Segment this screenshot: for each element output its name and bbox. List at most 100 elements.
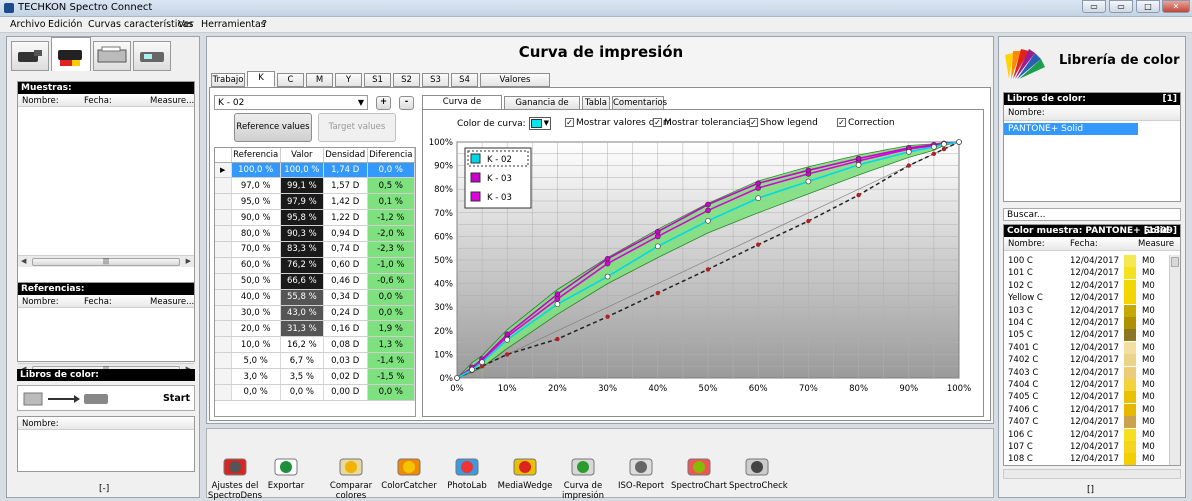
ref-cell[interactable]: 97,0 % (231, 177, 281, 195)
diferencia-cell[interactable]: -2,3 % (367, 241, 415, 258)
tab-c[interactable]: C (277, 73, 304, 87)
densidad-cell[interactable]: 0,08 D (323, 336, 368, 354)
list-item[interactable]: 7407 C 12/04/2017 M0 (1004, 416, 1180, 429)
list-item[interactable]: 103 C 12/04/2017 M0 (1004, 304, 1180, 317)
list-item[interactable]: 108 C 12/04/2017 M0 (1004, 453, 1180, 465)
table-row[interactable]: 30,0 % 43,0 % 0,24 D 0,0 % (215, 305, 415, 322)
diferencia-cell[interactable]: 0,0 % (367, 289, 415, 306)
col-fecha[interactable]: Fecha: (84, 96, 112, 106)
densidad-cell[interactable]: 1,42 D (323, 193, 368, 211)
densidad-cell[interactable]: 0,03 D (323, 352, 368, 370)
col-valor[interactable]: Valor (280, 148, 324, 163)
ref-cell[interactable]: 30,0 % (231, 305, 281, 322)
search-input[interactable]: Buscar... (1003, 208, 1181, 221)
valor-cell[interactable]: 16,2 % (280, 336, 324, 354)
photolab-button[interactable]: PhotoLab (439, 455, 495, 491)
densidad-cell[interactable]: 0,16 D (323, 320, 368, 338)
curve-color-picker[interactable]: ▼ (529, 117, 551, 130)
diferencia-cell[interactable]: -0,6 % (367, 273, 415, 290)
list-item[interactable]: 7403 C 12/04/2017 M0 (1004, 366, 1180, 379)
table-row[interactable]: 50,0 % 66,6 % 0,46 D -0,6 % (215, 273, 415, 290)
color-sample-hscroll[interactable] (1003, 469, 1181, 479)
valor-cell[interactable]: 95,8 % (280, 209, 324, 227)
diferencia-cell[interactable]: 0,0 % (367, 162, 415, 179)
menu-ver[interactable]: Ver (178, 19, 194, 30)
col-densidad[interactable]: Densidad (323, 148, 368, 163)
ref-cell[interactable]: 95,0 % (231, 193, 281, 211)
diferencia-cell[interactable]: -1,2 % (367, 209, 415, 227)
list-item[interactable]: 7404 C 12/04/2017 M0 (1004, 379, 1180, 391)
restore-button[interactable]: ▭ (1109, 0, 1133, 13)
ref-cell[interactable]: 0,0 % (231, 384, 281, 401)
densidad-cell[interactable]: 1,57 D (323, 177, 368, 195)
device-tab-3[interactable] (93, 41, 131, 71)
valor-cell[interactable]: 99,1 % (280, 177, 324, 195)
color-sample-vscroll[interactable] (1169, 255, 1180, 465)
ref-cell[interactable]: 90,0 % (231, 209, 281, 227)
list-item[interactable]: 107 C 12/04/2017 M0 (1004, 441, 1180, 453)
reference-values-button[interactable]: Reference values (234, 113, 312, 142)
col-nombre[interactable]: Nombre: (1008, 108, 1045, 118)
table-row[interactable]: 95,0 % 97,9 % 1,42 D 0,1 % (215, 193, 415, 211)
print-curve-button[interactable]: Curva de impresión (555, 455, 611, 501)
list-item[interactable]: 104 C 12/04/2017 M0 (1004, 317, 1180, 329)
list-item[interactable]: 106 C 12/04/2017 M0 (1004, 428, 1180, 441)
diferencia-cell[interactable]: 1,3 % (367, 336, 415, 354)
tab-valores-promedio[interactable]: Valores promedio (480, 73, 550, 97)
ref-cell[interactable]: 50,0 % (231, 273, 281, 290)
compare-colors-button[interactable]: Comparar colores (323, 455, 379, 501)
col-nombre[interactable]: Nombre: (22, 96, 59, 106)
valor-cell[interactable]: 6,7 % (280, 352, 324, 370)
menu-herramientas[interactable]: Herramientas (201, 19, 266, 30)
table-row[interactable]: 5,0 % 6,7 % 0,03 D -1,4 % (215, 352, 415, 370)
diferencia-cell[interactable]: -1,5 % (367, 368, 415, 385)
col-diferencia[interactable]: Diferencia (367, 148, 415, 163)
col-referencia[interactable]: Referencia (231, 148, 281, 163)
menu-archivo[interactable]: Archivo (10, 19, 46, 30)
valor-cell[interactable]: 55,8 % (280, 289, 324, 306)
scroll-left-icon[interactable]: ◀ (21, 257, 26, 265)
list-item[interactable]: 7405 C 12/04/2017 M0 (1004, 391, 1180, 404)
list-item[interactable]: 100 C 12/04/2017 M0 (1004, 255, 1180, 267)
table-row[interactable]: 3,0 % 3,5 % 0,02 D -1,5 % (215, 368, 415, 385)
colorcatcher-button[interactable]: ColorCatcher (381, 455, 437, 491)
list-item[interactable]: 7401 C 12/04/2017 M0 (1004, 341, 1180, 354)
table-row[interactable]: 10,0 % 16,2 % 0,08 D 1,3 % (215, 336, 415, 354)
diferencia-cell[interactable]: 0,0 % (367, 384, 415, 401)
device-tab-1[interactable] (11, 41, 49, 71)
add-curve-button[interactable]: + (376, 96, 391, 110)
scroll-thumb[interactable]: ||| (32, 258, 180, 266)
ref-cell[interactable]: 40,0 % (231, 289, 281, 306)
table-row[interactable]: 80,0 % 90,3 % 0,94 D -2,0 % (215, 225, 415, 242)
device-tab-4[interactable] (133, 41, 171, 71)
densidad-cell[interactable]: 0,02 D (323, 368, 368, 385)
print-curve-chart[interactable]: 0% 10% 20% 30% 40% 50% 60% 70% 80% 90% 100% 0% 10% 20… (427, 132, 981, 414)
spectrocheck-button[interactable]: SpectroCheck (729, 455, 788, 491)
diferencia-cell[interactable]: -1,4 % (367, 352, 415, 370)
table-row[interactable]: 40,0 % 55,8 % 0,34 D 0,0 % (215, 289, 415, 306)
tab-s4[interactable]: S4 (451, 73, 478, 87)
table-row[interactable]: 20,0 % 31,3 % 0,16 D 1,9 % (215, 320, 415, 338)
list-item[interactable]: 101 C 12/04/2017 M0 (1004, 267, 1180, 280)
subtab-tabla[interactable]: Tabla (582, 96, 610, 110)
tab-m[interactable]: M (306, 73, 333, 87)
col-measure[interactable]: Measure (1138, 239, 1174, 249)
scroll-right-icon[interactable]: ▶ (186, 257, 191, 265)
library-item-selected[interactable]: PANTONE+ Solid (1004, 123, 1138, 135)
densidad-cell[interactable]: 1,22 D (323, 209, 368, 227)
diferencia-cell[interactable]: 0,1 % (367, 193, 415, 211)
valor-cell[interactable]: 83,3 % (280, 241, 324, 258)
correction-checkbox[interactable]: ✓ Correction (837, 118, 895, 128)
diferencia-cell[interactable]: -1,0 % (367, 257, 415, 274)
table-row[interactable]: 97,0 % 99,1 % 1,57 D 0,5 % (215, 177, 415, 195)
tab-k[interactable]: K (247, 71, 275, 87)
minimize-button[interactable]: ▭ (1082, 0, 1106, 13)
diferencia-cell[interactable]: 0,5 % (367, 177, 415, 195)
list-item[interactable]: 105 C 12/04/2017 M0 (1004, 329, 1180, 342)
maximize-button[interactable]: □ (1136, 0, 1160, 13)
valor-cell[interactable]: 100,0 % (280, 162, 324, 179)
export-excel-button[interactable]: Exportar (258, 455, 314, 491)
ref-cell[interactable]: 100,0 % (231, 162, 281, 179)
valor-cell[interactable]: 66,6 % (280, 273, 324, 290)
valor-cell[interactable]: 97,9 % (280, 193, 324, 211)
